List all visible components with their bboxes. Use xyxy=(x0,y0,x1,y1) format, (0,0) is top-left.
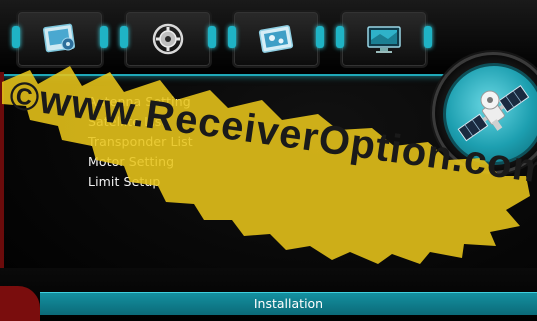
left-accent-strip xyxy=(0,72,4,272)
media-icon xyxy=(42,22,78,56)
tab-tv[interactable] xyxy=(336,10,432,68)
menu-item-limit-setup[interactable]: Limit Setup xyxy=(88,172,193,192)
title-bar: Installation xyxy=(40,292,537,315)
tab-settings[interactable] xyxy=(120,10,216,68)
menu-item-motor-setting[interactable]: Motor Setting xyxy=(88,152,193,172)
menu-item-transponder-list[interactable]: Transponder List xyxy=(88,132,193,152)
tv-screen: Antenna Setting Satellite List Transpond… xyxy=(0,0,537,321)
system-settings-icon xyxy=(258,22,294,56)
installation-menu: Antenna Setting Satellite List Transpond… xyxy=(88,92,193,192)
menu-item-satellite-list[interactable]: Satellite List xyxy=(88,112,193,132)
settings-gear-icon xyxy=(150,22,186,56)
tab-media[interactable] xyxy=(12,10,108,68)
menu-item-antenna-setting[interactable]: Antenna Setting xyxy=(88,92,193,112)
satellite-icon xyxy=(457,84,530,142)
satellite-emblem xyxy=(443,63,537,165)
page-title: Installation xyxy=(253,296,324,311)
tab-system[interactable] xyxy=(228,10,324,68)
tv-screen-icon xyxy=(366,22,402,56)
